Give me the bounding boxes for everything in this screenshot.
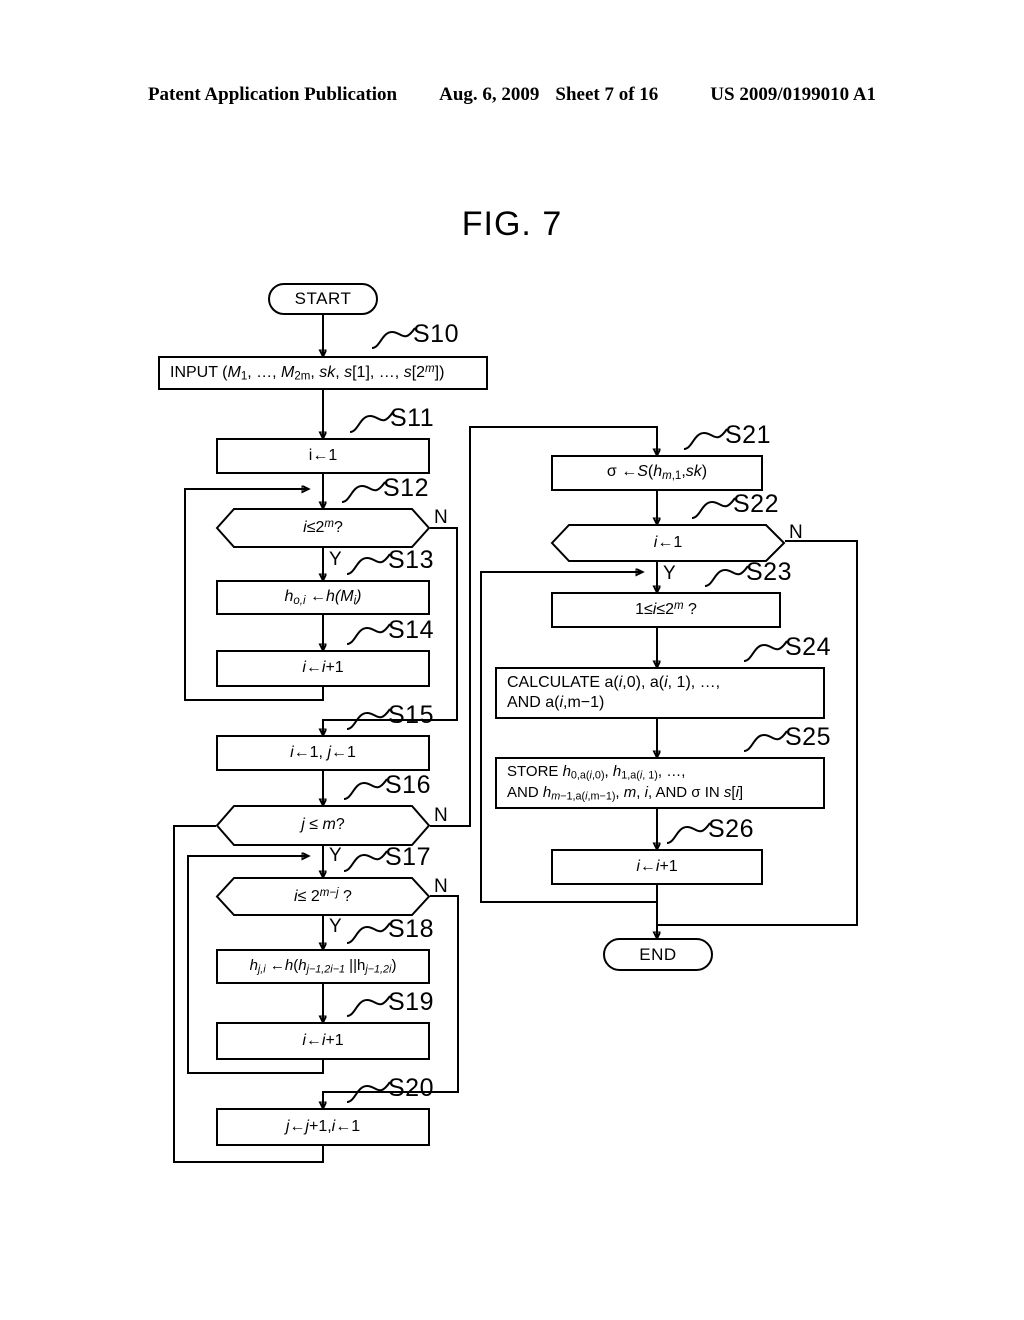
step-s15-label: S15 [388, 701, 434, 729]
step-s15-box: i←1, j←1 [216, 735, 430, 771]
step-s18-label: S18 [388, 915, 434, 943]
step-s26-text: i←i+1 [636, 857, 678, 875]
step-s12-label: S12 [383, 474, 429, 502]
step-s13-box: ho,i ←h(Mi) [216, 580, 430, 615]
step-s19-text: i←i+1 [302, 1031, 344, 1049]
step-s17-box: i≤ 2m−j ? [215, 877, 431, 916]
step-s14-text: i←i+1 [302, 659, 344, 677]
step-s22-label: S22 [733, 490, 779, 518]
step-s18-text: hj,i ←h(hj−1,2i−1 ||hj−1,2i) [249, 956, 397, 976]
step-s24-label: S24 [785, 633, 831, 661]
step-s10-text: INPUT (M1, …, M2m, sk, s[1], …, s[2m]) [170, 362, 445, 383]
step-s26-box: i←i+1 [551, 849, 763, 885]
step-s22-branch-yes: Y [663, 563, 676, 584]
step-s21-text: σ ←S(hm,1,sk) [606, 463, 708, 483]
step-s13-label: S13 [388, 546, 434, 574]
step-s21-label: S21 [725, 421, 771, 449]
step-s17-label: S17 [385, 843, 431, 871]
step-s26-label: S26 [708, 815, 754, 843]
step-s20-text: j←j+1,i←1 [285, 1117, 361, 1135]
step-s16-branch-yes: Y [329, 845, 342, 866]
step-s14-box: i←i+1 [216, 650, 430, 687]
step-s11-label: S11 [390, 404, 435, 432]
header-date: Aug. 6, 2009 [439, 84, 540, 105]
header-sheet: Sheet 7 of 16 [555, 84, 659, 105]
step-s11-text: i←1 [308, 446, 338, 464]
step-s25-box: STORE h0,a(i,0), h1,a(i, 1), …, AND hm−1,… [495, 757, 825, 809]
step-s25-label: S25 [785, 723, 831, 751]
header-doc-number: US 2009/0199010 A1 [710, 84, 877, 105]
step-s24-text: CALCULATE a(i,0), a(i, 1), …, AND a(i,m−1… [507, 673, 721, 711]
step-s18-box: hj,i ←h(hj−1,2i−1 ||hj−1,2i) [216, 949, 430, 984]
step-s17-branch-no: N [434, 876, 448, 897]
terminal-end: END [603, 938, 713, 971]
step-s12-branch-yes: Y [329, 549, 342, 570]
step-s22-text: i←1 [653, 533, 683, 551]
step-s15-text: i←1, j←1 [290, 743, 356, 761]
step-s10-box: INPUT (M1, …, M2m, sk, s[1], …, s[2m]) [158, 356, 488, 390]
step-s11-box: i←1 [216, 438, 430, 474]
step-s16-branch-no: N [434, 805, 448, 826]
step-s23-text: 1≤i≤2m ? [635, 600, 697, 619]
step-s16-text: j ≤ m? [301, 816, 345, 834]
step-s14-label: S14 [388, 616, 434, 644]
step-s16-box: j ≤ m? [215, 805, 431, 846]
step-s25-text: STORE h0,a(i,0), h1,a(i, 1), …, AND hm−1,… [507, 762, 744, 803]
step-s10-label: S10 [413, 320, 459, 348]
page-header: Patent Application Publication Aug. 6, 2… [0, 84, 1024, 112]
step-s19-box: i←i+1 [216, 1022, 430, 1060]
step-s22-box: i←1 [550, 524, 786, 562]
step-s23-label: S23 [746, 558, 792, 586]
terminal-start: START [268, 283, 378, 315]
step-s12-text: i≤2m? [303, 518, 343, 537]
step-s16-label: S16 [385, 771, 431, 799]
step-s24-box: CALCULATE a(i,0), a(i, 1), …, AND a(i,m−1… [495, 667, 825, 719]
step-s20-label: S20 [388, 1074, 434, 1102]
step-s19-label: S19 [388, 988, 434, 1016]
step-s22-branch-no: N [789, 522, 803, 543]
step-s12-branch-no: N [434, 507, 448, 528]
step-s20-box: j←j+1,i←1 [216, 1108, 430, 1146]
step-s12-box: i≤2m? [215, 508, 431, 548]
terminal-start-label: START [294, 289, 352, 309]
step-s23-box: 1≤i≤2m ? [551, 592, 781, 628]
step-s13-text: ho,i ←h(Mi) [284, 587, 362, 607]
header-publication: Patent Application Publication [147, 84, 398, 105]
step-s21-box: σ ←S(hm,1,sk) [551, 455, 763, 491]
step-s17-text: i≤ 2m−j ? [294, 886, 352, 905]
step-s17-branch-yes: Y [329, 916, 342, 937]
terminal-end-label: END [639, 944, 677, 964]
flowchart-connectors [173, 315, 858, 1163]
figure-title: FIG. 7 [461, 205, 563, 243]
